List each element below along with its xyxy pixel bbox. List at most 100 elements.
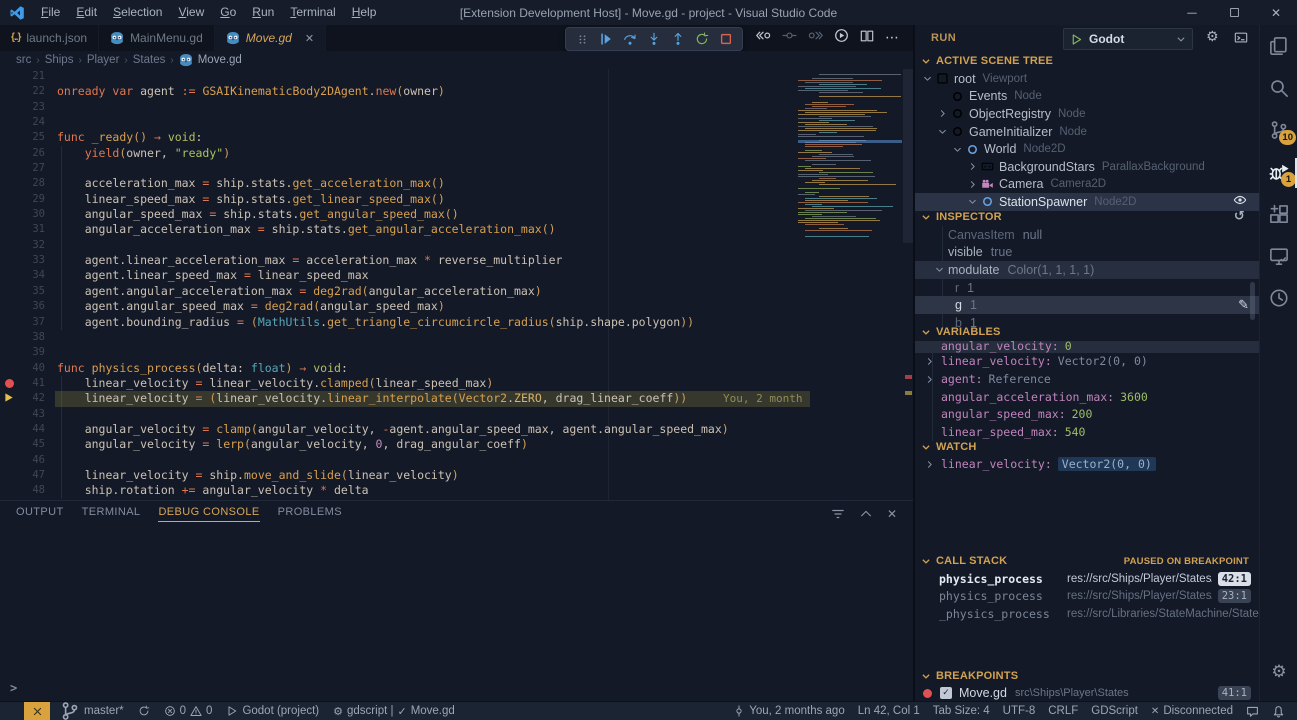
activity-explorer[interactable] (1260, 34, 1297, 58)
gutter[interactable] (0, 84, 18, 99)
gutter[interactable] (0, 468, 18, 483)
code-line[interactable]: 22 onready var agent := GSAIKinematicBod… (0, 84, 800, 99)
close-button[interactable]: ✕ (1255, 0, 1297, 25)
code-line[interactable]: 29 linear_speed_max = ship.stats.get_lin… (0, 192, 800, 207)
scene-node-gameinitializer[interactable]: GameInitializer Node (915, 123, 1259, 141)
inspector-prop-modulate[interactable]: modulate Color(1, 1, 1, 1) (915, 261, 1259, 279)
status-sync[interactable] (138, 705, 150, 717)
scene-node-root[interactable]: root Viewport (915, 70, 1259, 88)
sidebar-scrollbar[interactable] (1250, 282, 1255, 320)
panel-tab-terminal[interactable]: TERMINAL (82, 506, 141, 522)
scene-node-camera[interactable]: Camera Camera2D (915, 176, 1259, 194)
menu-selection[interactable]: Selection (105, 5, 170, 19)
scene-node-events[interactable]: Events Node (915, 88, 1259, 106)
section-header[interactable]: INSPECTOR ↺ (915, 208, 1259, 226)
step-back-icon[interactable] (756, 28, 771, 48)
step-forward-icon[interactable] (808, 28, 823, 48)
step-circle-icon[interactable] (782, 28, 797, 48)
scene-node-backgroundstars[interactable]: BackgroundStars ParallaxBackground (915, 158, 1259, 176)
panel-tab-problems[interactable]: PROBLEMS (278, 506, 342, 522)
chevron-down-icon[interactable] (968, 197, 977, 206)
continue-button[interactable] (595, 29, 617, 49)
status-language-mode[interactable]: GDScript (1091, 705, 1138, 717)
breadcrumb-item[interactable]: Player (87, 54, 120, 66)
gutter[interactable] (0, 146, 18, 161)
gutter[interactable] (0, 69, 18, 84)
variable-agent[interactable]: agent: Reference (915, 370, 1259, 388)
variable-angular_speed_max[interactable]: angular_speed_max: 200 (915, 405, 1259, 423)
code-line[interactable]: 21 (0, 69, 800, 84)
tab-launch-json[interactable]: {..} launch.json (0, 25, 99, 51)
status-problems[interactable]: 00 (164, 705, 213, 717)
code-line[interactable]: 36 agent.angular_speed_max = deg2rad(ang… (0, 299, 800, 314)
gutter[interactable] (0, 422, 18, 437)
maximize-button[interactable] (1213, 0, 1255, 25)
section-header[interactable]: VARIABLES (915, 323, 1259, 341)
code-line[interactable]: 25 func _ready() → void: (0, 130, 800, 145)
status-feedback[interactable] (1246, 705, 1259, 718)
gutter[interactable] (0, 361, 18, 376)
breakpoint-item[interactable]: ✓ Move.gd src\Ships\Player\States 41:1 (915, 685, 1259, 703)
gutter[interactable] (0, 130, 18, 145)
code-line[interactable]: 23 (0, 100, 800, 115)
status-cursor-position[interactable]: Ln 42, Col 1 (858, 705, 920, 717)
chevron-right-icon[interactable] (925, 375, 934, 384)
status-godot-project[interactable]: Godot (project) (226, 705, 319, 717)
breadcrumb-item[interactable]: Ships (45, 54, 74, 66)
status-git-blame[interactable]: You, 2 months ago (733, 705, 844, 717)
gutter[interactable] (0, 376, 18, 391)
gutter[interactable] (0, 207, 18, 222)
tab-mainmenu-gd[interactable]: MainMenu.gd (99, 25, 215, 51)
gutter[interactable] (0, 453, 18, 468)
code-line[interactable]: 31 angular_acceleration_max = ship.stats… (0, 222, 800, 237)
menu-view[interactable]: View (170, 5, 212, 19)
gutter[interactable] (0, 161, 18, 176)
status-godot-connection[interactable]: ✕Disconnected (1151, 705, 1233, 717)
inspector-prop-r[interactable]: r 1 (915, 279, 1259, 297)
panel-tab-debug-console[interactable]: DEBUG CONSOLE (158, 506, 259, 522)
restart-button[interactable] (691, 29, 713, 49)
section-header[interactable]: WATCH (915, 438, 1259, 456)
breadcrumb-item[interactable]: States (133, 54, 166, 66)
menu-run[interactable]: Run (244, 5, 282, 19)
activity-extensions[interactable] (1260, 202, 1297, 226)
chevron-right-icon[interactable] (938, 109, 947, 118)
code-line[interactable]: 34 agent.linear_speed_max = linear_speed… (0, 268, 800, 283)
close-panel-icon[interactable]: ✕ (887, 507, 897, 521)
gutter[interactable] (0, 330, 18, 345)
maximize-panel-icon[interactable] (859, 507, 873, 521)
activity-search[interactable] (1260, 76, 1297, 100)
debug-settings-gear-icon[interactable]: ⚙ (1206, 30, 1219, 44)
manage-gear-icon[interactable]: ⚙ (1260, 660, 1297, 684)
launch-config-dropdown[interactable]: Godot (1063, 28, 1193, 50)
section-header[interactable]: CALL STACK PAUSED ON BREAKPOINT (915, 552, 1259, 570)
gutter[interactable] (0, 284, 18, 299)
code-line[interactable]: 37 agent.bounding_radius = (MathUtils.ge… (0, 315, 800, 330)
code-line[interactable]: 44 angular_velocity = clamp(angular_velo… (0, 422, 800, 437)
breadcrumb-file[interactable]: Move.gd (198, 54, 242, 66)
gutter[interactable] (0, 222, 18, 237)
minimize-button[interactable] (1171, 0, 1213, 25)
gutter[interactable] (0, 345, 18, 360)
code-line[interactable]: 39 (0, 345, 800, 360)
menu-terminal[interactable]: Terminal (282, 5, 343, 19)
chevron-down-icon[interactable] (938, 127, 947, 136)
watch-linear_velocity[interactable]: linear_velocity: Vector2(0, 0) (915, 456, 1259, 474)
start-debug-icon[interactable] (1070, 33, 1083, 46)
chevron-right-icon[interactable] (925, 460, 934, 469)
gutter[interactable] (0, 176, 18, 191)
gutter[interactable] (0, 391, 18, 406)
step-out-button[interactable] (667, 29, 689, 49)
minimap[interactable] (798, 72, 902, 308)
inspector-prop-visible[interactable]: visible true (915, 244, 1259, 262)
inspector-prop-g[interactable]: g 1 ✎ (915, 296, 1259, 314)
tab-move-gd[interactable]: Move.gd ✕ (215, 25, 326, 51)
code-line[interactable]: 35 agent.angular_acceleration_max = deg2… (0, 284, 800, 299)
chevron-right-icon[interactable] (968, 162, 977, 171)
variable-linear_velocity[interactable]: linear_velocity: Vector2(0, 0) (915, 353, 1259, 371)
code-line[interactable]: 43 (0, 407, 800, 422)
gutter[interactable] (0, 100, 18, 115)
status-notifications[interactable] (1272, 705, 1285, 718)
stop-button[interactable] (715, 29, 737, 49)
menu-go[interactable]: Go (212, 5, 244, 19)
